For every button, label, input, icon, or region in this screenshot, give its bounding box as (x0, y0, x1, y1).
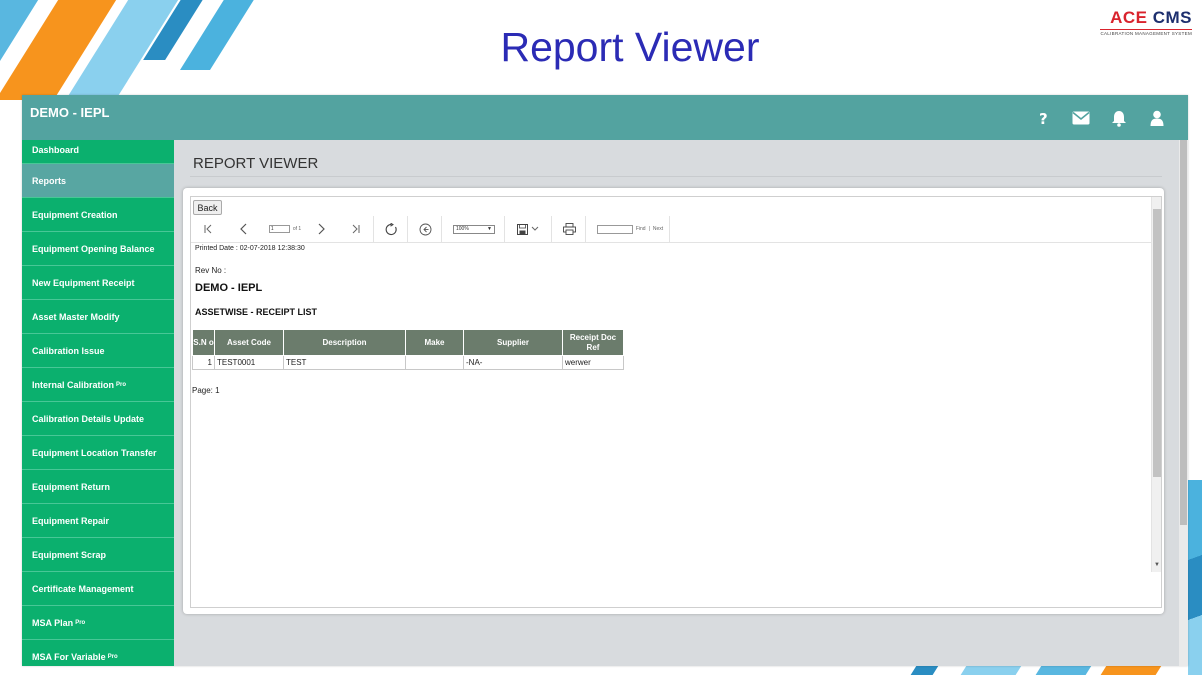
toolbar-separator (373, 216, 374, 243)
sidebar-item-equipment-repair[interactable]: Equipment Repair (22, 504, 174, 538)
report-scrollbar[interactable]: ▼ (1151, 197, 1161, 572)
page-count: of 1 (292, 226, 302, 232)
find-link[interactable]: Find (636, 226, 646, 232)
scroll-thumb[interactable] (1153, 209, 1161, 477)
report-viewer: Back 1 of 1 100% ▼ Find | Next Printed D… (190, 196, 1162, 608)
print-icon[interactable] (561, 220, 577, 238)
scroll-down-icon[interactable]: ▼ (1154, 562, 1160, 568)
pro-badge: Pro (75, 619, 86, 626)
table-cell: TEST0001 (214, 355, 284, 370)
toolbar-separator (441, 216, 442, 243)
app-window: DEMO - IEPL ? Dashboard Reports Equipmen… (22, 95, 1188, 666)
toolbar-separator (669, 216, 670, 243)
report-company: DEMO - IEPL (195, 282, 263, 294)
next-page-icon[interactable] (314, 220, 328, 238)
slide: Report Viewer ACE CMS CALIBRATION MANAGE… (0, 0, 1202, 675)
back-button[interactable]: Back (193, 200, 222, 215)
pro-badge: Pro (116, 381, 127, 388)
sidebar-item-asset-master-modify[interactable]: Asset Master Modify (22, 300, 174, 334)
decor-stripe (1093, 666, 1162, 675)
column-header: Description (283, 329, 406, 356)
column-header: Asset Code (214, 329, 284, 356)
chevron-down-icon (531, 226, 539, 231)
sidebar-item-equipment-opening-balance[interactable]: Equipment Opening Balance (22, 232, 174, 266)
sidebar: Dashboard Reports Equipment Creation Equ… (22, 140, 174, 666)
report-toolbar: 1 of 1 100% ▼ Find | Next (191, 216, 1153, 243)
main-content: REPORT VIEWER Back 1 of 1 100% ▼ Find | … (174, 140, 1176, 666)
printed-date: Printed Date : 02-07-2018 12:38:30 (195, 245, 305, 252)
sidebar-item-new-equipment-receipt[interactable]: New Equipment Receipt (22, 266, 174, 300)
table-cell: werwer (562, 355, 624, 370)
receipt-table: S.N o Asset Code Description Make Suppli… (192, 329, 624, 370)
page-footer: Page: 1 (192, 386, 220, 395)
sidebar-item-msa-plan[interactable]: MSA Plan Pro (22, 606, 174, 640)
decor-stripe (953, 666, 1022, 675)
sidebar-item-msa-for-variable[interactable]: MSA For Variable Pro (22, 640, 174, 666)
app-brand: DEMO - IEPL (30, 105, 110, 120)
pro-badge: Pro (107, 653, 118, 660)
table-cell: -NA- (463, 355, 563, 370)
svg-text:?: ? (1039, 110, 1048, 126)
scroll-thumb[interactable] (1180, 140, 1187, 525)
toolbar-separator (407, 216, 408, 243)
page-number-input[interactable]: 1 (268, 225, 290, 233)
sidebar-item-certificate-management[interactable]: Certificate Management (22, 572, 174, 606)
sidebar-item-equipment-location-transfer[interactable]: Equipment Location Transfer (22, 436, 174, 470)
decor-stripe (903, 666, 939, 675)
report-title: ASSETWISE - RECEIPT LIST (195, 307, 318, 317)
first-page-icon[interactable] (201, 220, 215, 238)
sidebar-item-calibration-details-update[interactable]: Calibration Details Update (22, 402, 174, 436)
table-cell (405, 355, 464, 370)
last-page-icon[interactable] (349, 220, 363, 238)
mail-icon[interactable] (1072, 109, 1090, 127)
column-header: Make (405, 329, 464, 356)
divider (190, 176, 1162, 177)
page-title: REPORT VIEWER (193, 155, 319, 172)
bell-icon[interactable] (1110, 109, 1128, 127)
sidebar-item-equipment-creation[interactable]: Equipment Creation (22, 198, 174, 232)
sidebar-item-dashboard[interactable]: Dashboard (22, 140, 174, 164)
find-next-link[interactable]: Next (653, 226, 663, 232)
sidebar-item-reports[interactable]: Reports (22, 164, 174, 198)
help-icon[interactable]: ? (1034, 109, 1052, 127)
table-row: 1 TEST0001 TEST -NA- werwer (192, 355, 624, 370)
previous-page-icon[interactable] (237, 220, 251, 238)
page-scrollbar[interactable] (1179, 140, 1188, 666)
sidebar-item-equipment-return[interactable]: Equipment Return (22, 470, 174, 504)
chevron-down-icon: ▼ (487, 226, 492, 232)
back-to-parent-icon[interactable] (417, 220, 433, 238)
column-header: Receipt Doc Ref (562, 329, 624, 356)
ace-cms-logo: ACE CMS CALIBRATION MANAGEMENT SYSTEM (1100, 8, 1192, 36)
find-input[interactable] (596, 224, 633, 234)
toolbar-separator (504, 216, 505, 243)
toolbar-separator (551, 216, 552, 243)
app-header: DEMO - IEPL ? (22, 95, 1188, 140)
slide-title: Report Viewer (500, 24, 760, 70)
decor-stripe (1028, 666, 1092, 675)
sidebar-item-equipment-scrap[interactable]: Equipment Scrap (22, 538, 174, 572)
user-icon[interactable] (1148, 109, 1166, 127)
table-cell: 1 (192, 355, 215, 370)
sidebar-item-calibration-issue[interactable]: Calibration Issue (22, 334, 174, 368)
column-header: Supplier (463, 329, 563, 356)
save-export-icon[interactable] (514, 220, 542, 238)
decor-stripe (1188, 480, 1202, 675)
column-header: S.N o (192, 329, 215, 356)
table-cell: TEST (283, 355, 406, 370)
zoom-select[interactable]: 100% ▼ (453, 224, 495, 234)
sidebar-item-internal-calibration[interactable]: Internal Calibration Pro (22, 368, 174, 402)
refresh-icon[interactable] (383, 220, 399, 238)
rev-no: Rev No : (195, 266, 227, 275)
toolbar-separator (585, 216, 586, 243)
report-panel: Back 1 of 1 100% ▼ Find | Next Printed D… (183, 188, 1164, 614)
